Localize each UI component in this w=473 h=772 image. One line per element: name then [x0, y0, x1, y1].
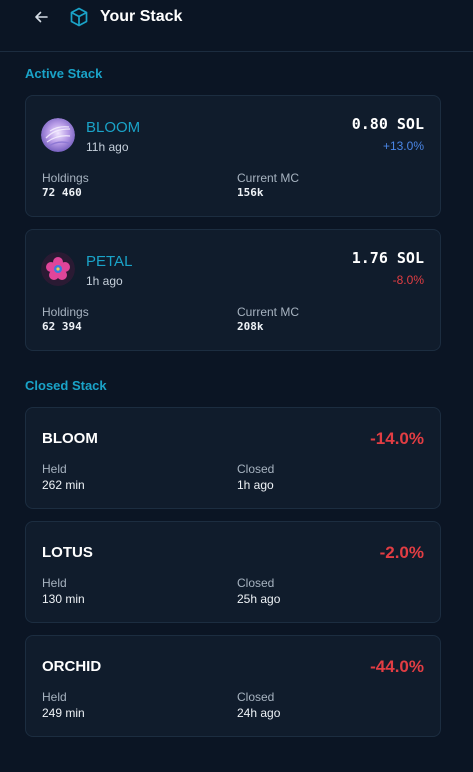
arrow-left-icon [35, 11, 48, 23]
held-value: 130 min [42, 592, 85, 606]
page-title: Your Stack [100, 8, 183, 25]
held-label: Held [42, 690, 67, 704]
closed-label: Closed [237, 690, 275, 704]
token-age: 1h ago [86, 274, 123, 288]
token-name: BLOOM [86, 119, 141, 136]
closed-label: Closed [237, 462, 275, 476]
cube-icon [70, 7, 88, 27]
active-stack-card[interactable]: BLOOM 11h ago 0.80 SOL +13.0% Holdings 7… [25, 95, 441, 217]
token-price: 1.76 SOL [351, 249, 424, 267]
token-age: 11h ago [86, 140, 129, 154]
holdings-value: 72 460 [42, 186, 82, 199]
token-name: LOTUS [42, 544, 93, 561]
active-stack-title: Active Stack [25, 66, 103, 81]
holdings-value: 62 394 [42, 320, 82, 333]
closed-stack-title: Closed Stack [25, 378, 107, 393]
held-value: 249 min [42, 706, 85, 720]
price-change: +13.0% [382, 139, 424, 153]
header: Your Stack [0, 0, 473, 52]
price-change: -8.0% [392, 273, 424, 287]
token-price: 0.80 SOL [351, 115, 424, 133]
token-name: ORCHID [42, 658, 102, 675]
closed-stack-card[interactable]: LOTUS -2.0% Held 130 min Closed 25h ago [25, 521, 441, 623]
closed-value: 1h ago [237, 478, 274, 492]
result-change: -14.0% [370, 429, 424, 448]
held-value: 262 min [42, 478, 85, 492]
active-stack-card[interactable]: PETAL 1h ago 1.76 SOL -8.0% Holdings 62 … [25, 229, 441, 351]
result-change: -44.0% [370, 657, 424, 676]
holdings-label: Holdings [42, 171, 89, 185]
closed-value: 25h ago [237, 592, 281, 606]
token-name: BLOOM [42, 430, 98, 447]
token-name: PETAL [86, 253, 133, 270]
market-cap-label: Current MC [237, 171, 300, 185]
market-cap-label: Current MC [237, 305, 300, 319]
token-avatar [41, 252, 75, 286]
holdings-label: Holdings [42, 305, 89, 319]
back-button[interactable] [30, 6, 52, 28]
market-cap-value: 156k [237, 186, 264, 199]
closed-stack-card[interactable]: BLOOM -14.0% Held 262 min Closed 1h ago [25, 407, 441, 509]
held-label: Held [42, 576, 67, 590]
result-change: -2.0% [379, 543, 424, 562]
market-cap-value: 208k [237, 320, 264, 333]
closed-label: Closed [237, 576, 275, 590]
closed-value: 24h ago [237, 706, 281, 720]
held-label: Held [42, 462, 67, 476]
token-avatar [41, 118, 75, 152]
closed-stack-card[interactable]: ORCHID -44.0% Held 249 min Closed 24h ag… [25, 635, 441, 737]
